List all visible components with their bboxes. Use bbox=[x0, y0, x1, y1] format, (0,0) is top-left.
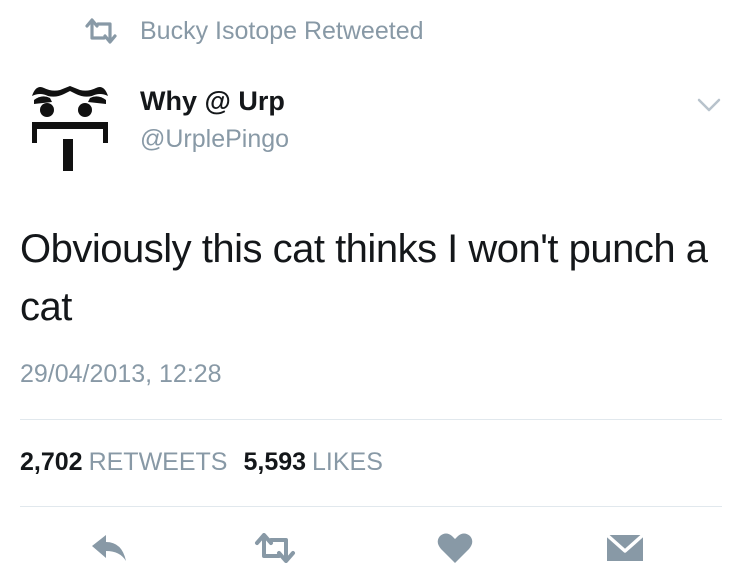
timestamp[interactable]: 29/04/2013, 12:28 bbox=[20, 360, 222, 389]
retweet-icon bbox=[255, 533, 295, 563]
likes-count: 5,593 bbox=[243, 448, 307, 476]
direct-message-button[interactable] bbox=[604, 530, 646, 566]
message-icon bbox=[605, 533, 645, 561]
reply-icon bbox=[92, 535, 126, 561]
tweet-text-line-1: Obviously this cat thinks I won't punch … bbox=[20, 227, 708, 271]
likes-stat[interactable]: 5,593 LIKES bbox=[243, 448, 382, 477]
like-button[interactable] bbox=[434, 530, 476, 566]
tweet-text: Obviously this cat thinks I won't punch … bbox=[20, 220, 732, 336]
heart-icon bbox=[437, 533, 473, 563]
user-handle[interactable]: @UrplePingo bbox=[140, 125, 289, 154]
display-name[interactable]: Why @ Urp bbox=[140, 86, 285, 117]
engagement-stats: 2,702 RETWEETS 5,593 LIKES bbox=[20, 448, 383, 477]
retweets-stat[interactable]: 2,702 RETWEETS bbox=[20, 448, 227, 477]
face-avatar[interactable] bbox=[30, 74, 110, 174]
tweet-text-line-2: cat bbox=[20, 285, 72, 329]
retweeted-by-text: Bucky Isotope Retweeted bbox=[140, 16, 424, 45]
divider bbox=[20, 419, 722, 420]
divider bbox=[20, 506, 722, 507]
chevron-down-icon[interactable] bbox=[696, 92, 722, 118]
likes-label: LIKES bbox=[312, 448, 383, 476]
retweet-icon bbox=[85, 18, 117, 44]
retweet-context[interactable]: Bucky Isotope Retweeted bbox=[84, 14, 424, 48]
retweets-label: RETWEETS bbox=[88, 448, 228, 476]
retweet-button[interactable] bbox=[254, 530, 296, 566]
retweets-count: 2,702 bbox=[20, 448, 83, 476]
reply-button[interactable] bbox=[88, 530, 130, 566]
